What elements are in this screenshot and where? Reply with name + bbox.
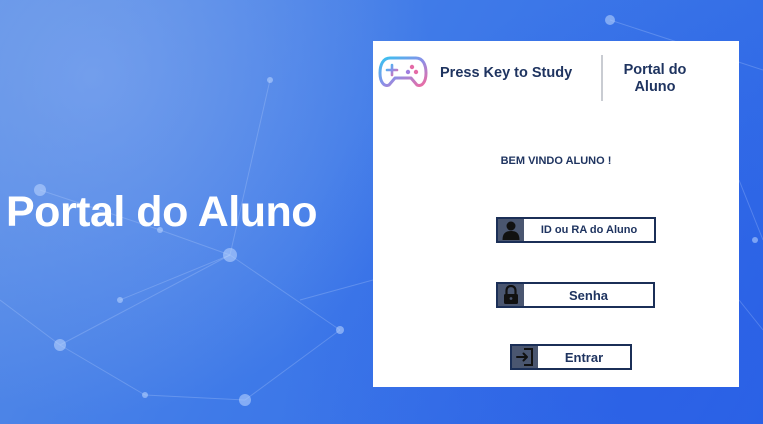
welcome-text: BEM VINDO ALUNO ! bbox=[500, 155, 612, 167]
portal-label: Portal do Aluno bbox=[623, 62, 687, 95]
enter-button-label: Entrar bbox=[564, 349, 604, 365]
user-icon bbox=[498, 219, 524, 241]
password-field[interactable]: Senha bbox=[496, 282, 655, 308]
lock-icon bbox=[498, 284, 524, 306]
student-id-label: ID ou RA do Aluno bbox=[540, 224, 638, 236]
gamepad-icon bbox=[378, 53, 428, 87]
password-label: Senha bbox=[568, 287, 608, 303]
enter-button[interactable]: Entrar bbox=[510, 344, 632, 370]
login-icon bbox=[512, 346, 538, 368]
header-divider bbox=[601, 55, 603, 101]
brand-name: Press Key to Study bbox=[440, 65, 573, 81]
login-card: Press Key to Study Portal do Aluno BEM V… bbox=[373, 41, 739, 387]
hero-title: Portal do Aluno bbox=[6, 188, 318, 236]
student-id-field[interactable]: ID ou RA do Aluno bbox=[496, 217, 656, 243]
